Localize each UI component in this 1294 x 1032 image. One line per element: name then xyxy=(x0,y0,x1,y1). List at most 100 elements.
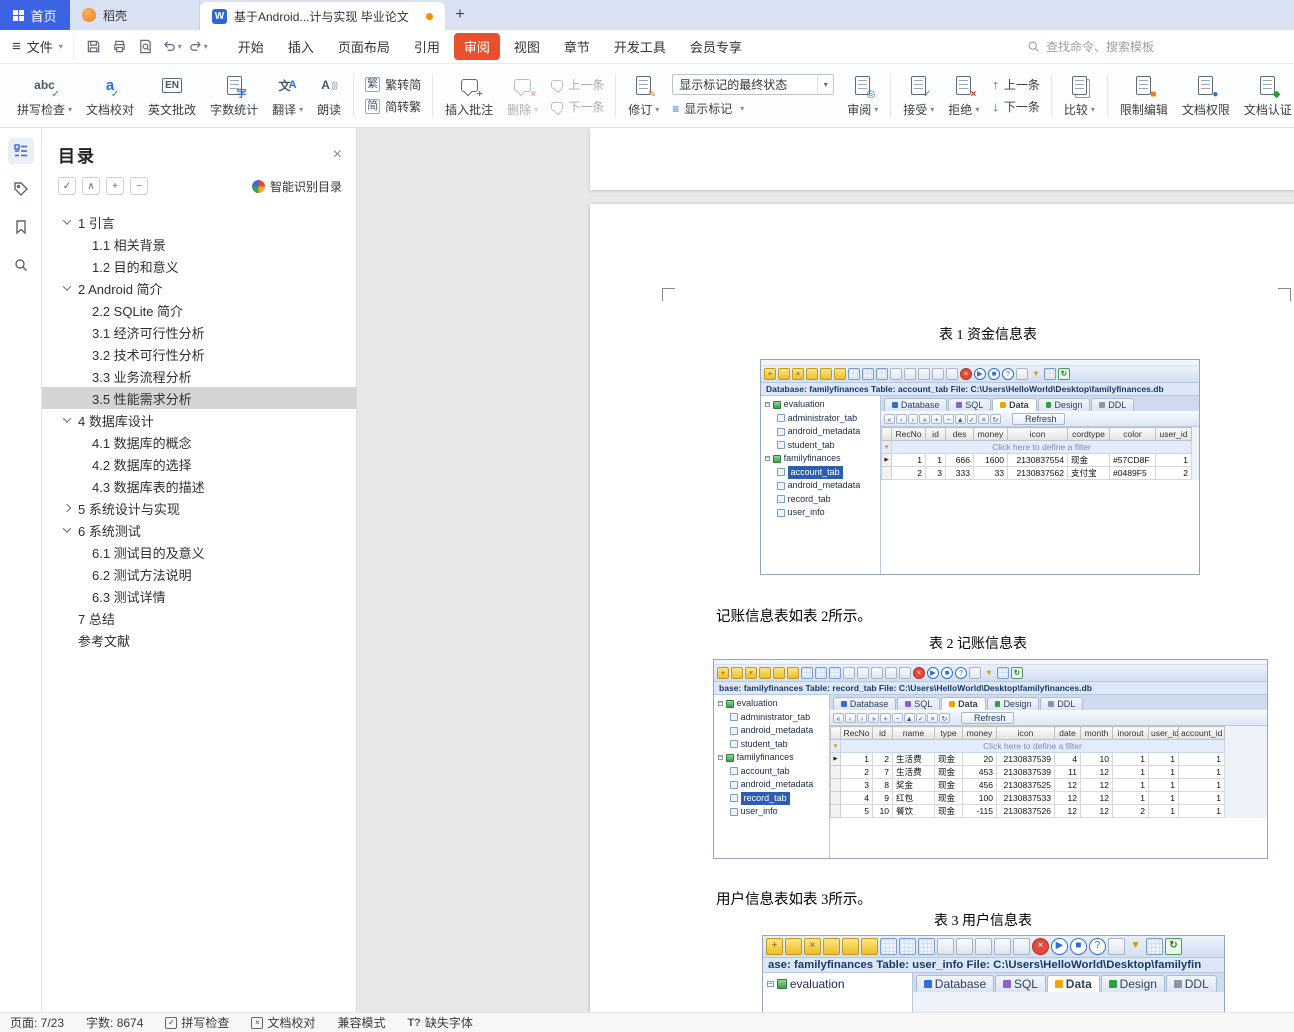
db-tree-node[interactable]: account_tab xyxy=(761,465,880,479)
toc-item[interactable]: 6.1 测试目的及意义 xyxy=(42,541,356,563)
grid-filter-row[interactable]: Click here to define a filter xyxy=(891,440,1192,455)
doc-permission-button[interactable]: ● 文档权限 xyxy=(1175,67,1237,124)
grid-row[interactable]: 4 9 红包 现金 100 2130837533 12 12 1 1 1 xyxy=(830,791,1225,806)
db-tree-node[interactable]: record_tab xyxy=(714,791,829,805)
restore-database-icon[interactable] xyxy=(787,667,799,679)
db-tab-database[interactable]: Database xyxy=(833,697,897,710)
filter-icon[interactable]: ▼ xyxy=(1127,938,1144,955)
drop-table-icon[interactable] xyxy=(918,938,935,955)
db-tree-node[interactable]: administrator_tab xyxy=(761,412,880,426)
next-change-button[interactable]: ↓ 下一条 xyxy=(992,98,1040,115)
open-sql-icon[interactable] xyxy=(937,938,954,955)
menu-item[interactable]: 开始 xyxy=(228,33,274,60)
database-properties-icon[interactable] xyxy=(823,938,840,955)
edit-database-icon[interactable] xyxy=(785,938,802,955)
db-tree-node[interactable]: − familyfinances xyxy=(761,452,880,466)
smart-toc-button[interactable]: 智能识别目录 xyxy=(251,178,342,195)
close-icon[interactable]: × xyxy=(1032,938,1049,955)
toc-item[interactable]: 1.2 目的和意义 xyxy=(42,255,356,277)
toc-item[interactable]: 4.2 数据库的选择 xyxy=(42,453,356,475)
toc-select-button[interactable]: ✓ xyxy=(58,177,76,195)
delete-comment-button[interactable]: × 删除 ▾ xyxy=(500,67,545,124)
search-panel-button[interactable] xyxy=(8,252,34,278)
grid-column-header[interactable]: des xyxy=(945,426,974,442)
read-aloud-button[interactable]: A))) 朗读 xyxy=(310,67,348,124)
toc-reduce-button[interactable]: − xyxy=(130,177,148,195)
help-icon[interactable]: ? xyxy=(955,667,967,679)
next-comment-button[interactable]: 下一条 xyxy=(551,98,604,115)
add-database-icon[interactable]: + xyxy=(766,938,783,955)
redo-button[interactable]: ▾ xyxy=(186,35,210,59)
cut-icon[interactable] xyxy=(994,938,1011,955)
drop-database-icon[interactable]: × xyxy=(792,368,804,380)
menu-item[interactable]: 章节 xyxy=(554,33,600,60)
doc-certify-button[interactable]: ◆ 文档认证 xyxy=(1237,67,1294,124)
db-tree-node[interactable]: user_info xyxy=(761,506,880,520)
backup-database-icon[interactable] xyxy=(773,667,785,679)
db-tree-node[interactable]: − evaluation xyxy=(763,975,912,993)
add-database-icon[interactable]: + xyxy=(764,368,776,380)
toc-item[interactable]: 6 系统测试 xyxy=(42,519,356,541)
grid-column-header[interactable]: id xyxy=(925,426,946,442)
db-tree-node[interactable]: − familyfinances xyxy=(714,751,829,765)
toc-item[interactable]: 6.2 测试方法说明 xyxy=(42,563,356,585)
restore-database-icon[interactable] xyxy=(861,938,878,955)
page-7[interactable]: 表 1 资金信息表 + × × ▶ ■? ▼ ↻ Database: familyfinanc… xyxy=(590,204,1294,1012)
db-tree-node[interactable]: administrator_tab xyxy=(714,711,829,725)
chevron-icon[interactable] xyxy=(62,414,72,423)
restrict-editing-button[interactable]: ■ 限制编辑 xyxy=(1113,67,1175,124)
print-preview-button[interactable] xyxy=(134,35,158,59)
save-icon[interactable] xyxy=(857,667,869,679)
toc-item[interactable]: 2.2 SQLite 简介 xyxy=(42,299,356,321)
show-markup-button[interactable]: ≡ 显示标记 ▾ xyxy=(672,100,834,117)
page-indicator[interactable]: 页面: 7/23 xyxy=(10,1014,64,1031)
menu-item[interactable]: 插入 xyxy=(278,33,324,60)
delete-record-button[interactable]: − xyxy=(942,414,954,424)
toc-item[interactable]: 6.3 测试详情 xyxy=(42,585,356,607)
refresh-records-button[interactable]: ↻ xyxy=(990,414,1001,424)
db-tree-node[interactable]: android_metadata xyxy=(761,479,880,493)
toc-item[interactable]: 4 数据库设计 xyxy=(42,409,356,431)
restore-database-icon[interactable] xyxy=(834,368,846,380)
grid-column-header[interactable]: inorout xyxy=(1112,725,1149,741)
track-changes-button[interactable]: ✎ 修订 ▾ xyxy=(621,67,666,124)
cancel-edit-button[interactable]: × xyxy=(927,713,939,723)
db-tab-database[interactable]: Database xyxy=(916,975,995,992)
stop-icon[interactable]: ■ xyxy=(988,368,1000,380)
database-properties-icon[interactable] xyxy=(759,667,771,679)
settings-icon[interactable] xyxy=(969,667,981,679)
toc-collapse-button[interactable]: ∧ xyxy=(82,177,100,195)
copy-icon[interactable] xyxy=(1013,938,1030,955)
translate-button[interactable]: 文A 翻译 ▾ xyxy=(265,67,310,124)
edit-table-icon[interactable] xyxy=(815,667,827,679)
db-tab-design[interactable]: Design xyxy=(1100,975,1165,992)
toc-item[interactable]: 1.1 相关背景 xyxy=(42,233,356,255)
bookmark-panel-button[interactable] xyxy=(8,214,34,240)
db-tab-ddl[interactable]: DDL xyxy=(1040,697,1084,710)
expand-icon[interactable]: − xyxy=(718,700,723,706)
db-tab-data[interactable]: Data xyxy=(941,697,986,710)
db-tree-node[interactable]: account_tab xyxy=(714,765,829,779)
toc-item[interactable]: 1 引言 xyxy=(42,211,356,233)
filter-icon[interactable]: ▼ xyxy=(1030,368,1042,380)
db-tab-data[interactable]: Data xyxy=(1046,975,1100,992)
document-tab[interactable]: W 基于Android...计与实现 毕业论文 xyxy=(200,2,445,30)
execute-icon[interactable]: ▶ xyxy=(974,368,986,380)
last-record-button[interactable]: » xyxy=(919,414,931,424)
edit-database-icon[interactable] xyxy=(778,368,790,380)
spell-check-button[interactable]: abc ✓ 拼写检查 ▾ xyxy=(10,67,79,124)
db-tab-design[interactable]: Design xyxy=(1037,398,1091,411)
delete-record-button[interactable]: − xyxy=(891,713,903,723)
print-icon[interactable] xyxy=(918,368,930,380)
toc-item[interactable]: 3.3 业务流程分析 xyxy=(42,365,356,387)
grid-view-icon[interactable] xyxy=(997,667,1009,679)
toc-item[interactable]: 2 Android 简介 xyxy=(42,277,356,299)
help-icon[interactable]: ? xyxy=(1002,368,1014,380)
grid-column-header[interactable]: month xyxy=(1080,725,1113,741)
menu-item[interactable]: 视图 xyxy=(504,33,550,60)
save-icon[interactable] xyxy=(904,368,916,380)
close-icon[interactable]: × xyxy=(913,667,925,679)
grid-row[interactable]: ▶ 1 1 666 1600 2130837554 现金 #57CD8F 1 xyxy=(881,453,1192,468)
add-database-icon[interactable]: + xyxy=(717,667,729,679)
compare-button[interactable]: 比较 ▾ xyxy=(1057,67,1102,124)
